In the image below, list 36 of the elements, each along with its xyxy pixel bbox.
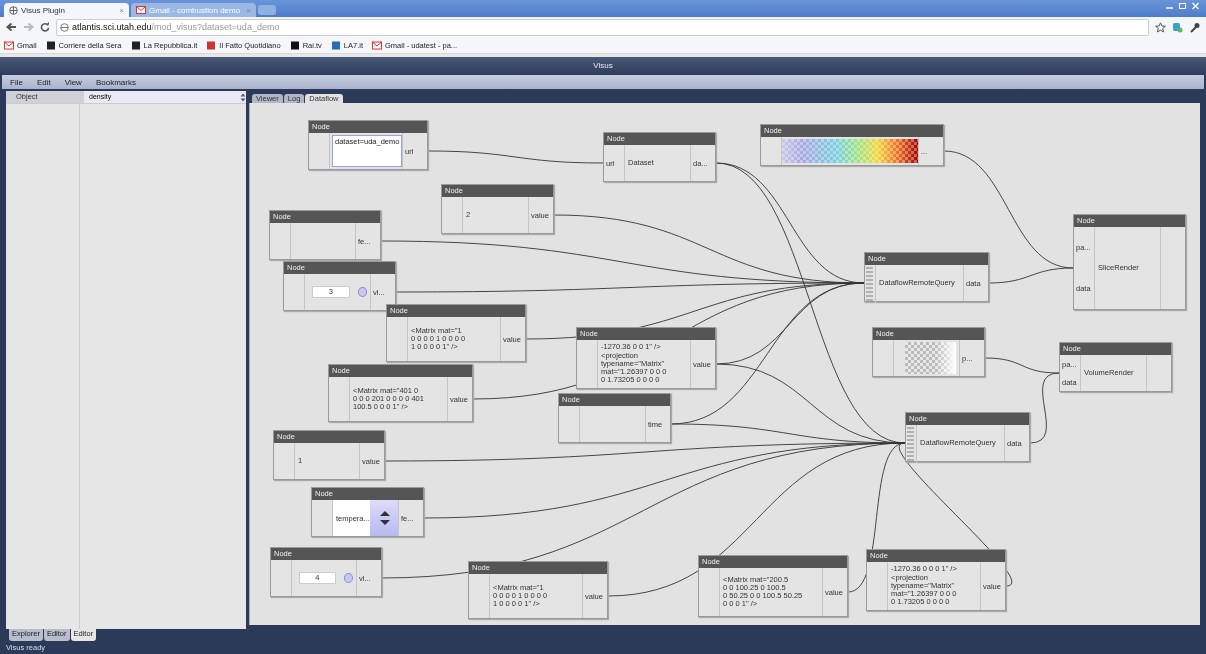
input-ports-icon [906, 425, 917, 463]
globe-icon [9, 5, 18, 15]
tab-title: Gmail - combustion demo [149, 5, 242, 15]
envelope-icon [372, 40, 382, 50]
forward-icon[interactable] [23, 22, 34, 32]
tab-title: Visus Plugin [21, 5, 66, 15]
slider-handle[interactable] [343, 573, 353, 583]
site-icon [206, 40, 217, 50]
input-ports-icon [865, 265, 876, 303]
site-icon [130, 40, 141, 50]
menu-item[interactable]: Bookmarks [95, 77, 136, 87]
envelope-icon [136, 6, 146, 14]
browser-tab[interactable]: Visus Plugin × [4, 3, 129, 17]
menu-item[interactable]: Edit [36, 77, 51, 87]
maximize-icon[interactable] [1178, 2, 1187, 10]
globe-icon [60, 22, 69, 32]
slider-handle[interactable] [357, 287, 367, 297]
extension-icon[interactable] [1172, 21, 1183, 33]
site-icon [45, 40, 56, 50]
app-title: Visus [0, 57, 1206, 75]
address-bar[interactable]: atlantis.sci.utah.edu/mod_visus?dataset=uda_demo [56, 18, 1149, 36]
reload-icon[interactable] [40, 22, 50, 32]
wrench-icon[interactable] [1189, 21, 1200, 33]
site-icon [330, 40, 341, 50]
up-down-arrows-icon [240, 92, 246, 102]
back-icon[interactable] [6, 22, 17, 32]
star-icon[interactable] [1155, 21, 1166, 33]
colormap-gradient[interactable] [782, 139, 918, 163]
url-text: atlantis.sci.utah.edu/mod_visus?dataset=uda_demo [72, 22, 280, 32]
up-down-arrows-icon [378, 510, 391, 526]
envelope-icon [4, 40, 14, 50]
close-icon[interactable] [1191, 2, 1200, 10]
transfer-function-gradient[interactable] [905, 342, 956, 374]
menu-item[interactable]: View [64, 77, 82, 87]
menu-item[interactable]: File [10, 77, 23, 87]
site-icon [289, 40, 300, 50]
